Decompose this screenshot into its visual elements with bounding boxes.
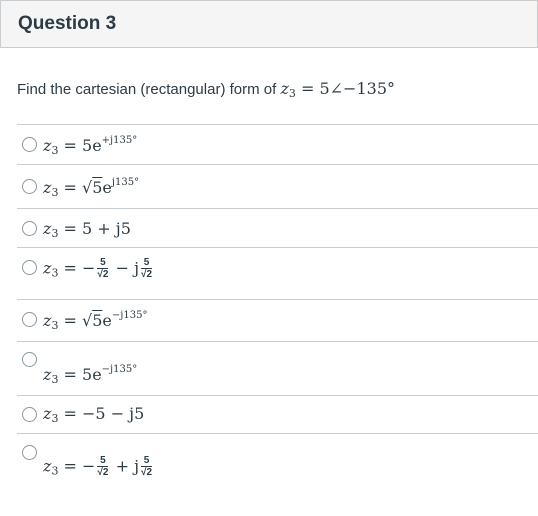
answer-equals: = −	[58, 456, 96, 476]
fraction-denominator: √2	[141, 269, 153, 280]
fraction-real: 5 √2	[97, 257, 109, 281]
fraction-numerator: 5	[141, 257, 153, 269]
answer-equals: =	[58, 178, 83, 197]
fraction-denominator: √2	[97, 467, 109, 478]
radio-button[interactable]	[22, 445, 37, 460]
answer-option-7[interactable]: z3 = −5 − j5	[17, 395, 538, 433]
answer-text: z3 = −5 √2 + j 5 √2	[43, 455, 154, 479]
answer-text: z3 = √5e−j135°	[43, 310, 147, 332]
answer-option-5[interactable]: z3 = √5e−j135°	[17, 299, 538, 340]
answer-operator: + j	[110, 456, 140, 476]
answer-exponent: −j135°	[101, 364, 138, 375]
sqrt-sign: √	[82, 178, 93, 197]
answer-equals: =	[58, 136, 83, 155]
answer-base: 5e	[82, 365, 102, 384]
answer-equals: =	[58, 219, 83, 238]
radio-button[interactable]	[22, 221, 37, 236]
answer-equals: =	[58, 311, 83, 330]
radio-button[interactable]	[22, 260, 37, 275]
answer-option-6[interactable]: z3 = 5e−j135°	[17, 341, 538, 394]
answer-option-1[interactable]: z3 = 5e+j135°	[17, 124, 538, 163]
radio-button[interactable]	[22, 312, 37, 327]
fraction-imaginary: 5 √2	[141, 455, 153, 479]
answer-exponent: j135°	[111, 177, 140, 188]
prompt-text: Find the cartesian (rectangular) form of	[17, 81, 281, 98]
answer-base: e	[102, 311, 112, 330]
answer-exponent: +j135°	[101, 135, 138, 146]
fraction-denominator: √2	[97, 269, 109, 280]
radio-button[interactable]	[22, 352, 37, 367]
answer-base: 5e	[82, 136, 102, 155]
question-header: Question 3	[0, 0, 538, 48]
radio-button[interactable]	[22, 137, 37, 152]
fraction-real: 5 √2	[97, 455, 109, 479]
answer-base: −5 − j5	[82, 404, 145, 423]
fraction-imaginary: 5 √2	[141, 257, 153, 281]
answer-equals: =	[58, 365, 83, 384]
sqrt-argument: 5	[92, 311, 103, 330]
sqrt-argument: 5	[92, 178, 103, 197]
radio-button[interactable]	[22, 179, 37, 194]
question-title: Question 3	[18, 13, 117, 34]
answer-text: z3 = 5e−j135°	[43, 364, 137, 386]
question-prompt: Find the cartesian (rectangular) form of…	[17, 79, 395, 100]
answer-base: e	[102, 178, 112, 197]
answer-option-3[interactable]: z3 = 5 + j5	[17, 208, 538, 247]
answer-equals: =	[58, 404, 83, 423]
radio-button[interactable]	[22, 407, 37, 422]
answer-base: 5 + j5	[82, 219, 131, 238]
fraction-numerator: 5	[97, 455, 109, 467]
answer-option-2[interactable]: z3 = √5ej135°	[17, 164, 538, 208]
fraction-denominator: √2	[141, 467, 153, 478]
answer-option-4[interactable]: z3 = −5 √2 − j 5 √2	[17, 247, 538, 298]
answer-exponent: −j135°	[111, 310, 148, 321]
prompt-expression: = 5∠−135°	[295, 79, 395, 98]
answer-text: z3 = √5ej135°	[43, 177, 139, 199]
answer-text: z3 = 5 + j5	[43, 219, 131, 240]
fraction-numerator: 5	[141, 455, 153, 467]
answer-text: z3 = −5 √2 − j 5 √2	[43, 257, 154, 281]
prompt-variable: z	[280, 79, 289, 98]
answer-option-8[interactable]: z3 = −5 √2 + j 5 √2	[17, 433, 538, 494]
prompt-subscript: 3	[288, 87, 296, 100]
answer-text: z3 = 5e+j135°	[43, 135, 137, 157]
answer-operator: − j	[110, 258, 140, 278]
answer-text: z3 = −5 − j5	[43, 404, 144, 425]
answer-equals: = −	[58, 258, 96, 278]
sqrt-sign: √	[82, 311, 93, 330]
fraction-numerator: 5	[97, 257, 109, 269]
